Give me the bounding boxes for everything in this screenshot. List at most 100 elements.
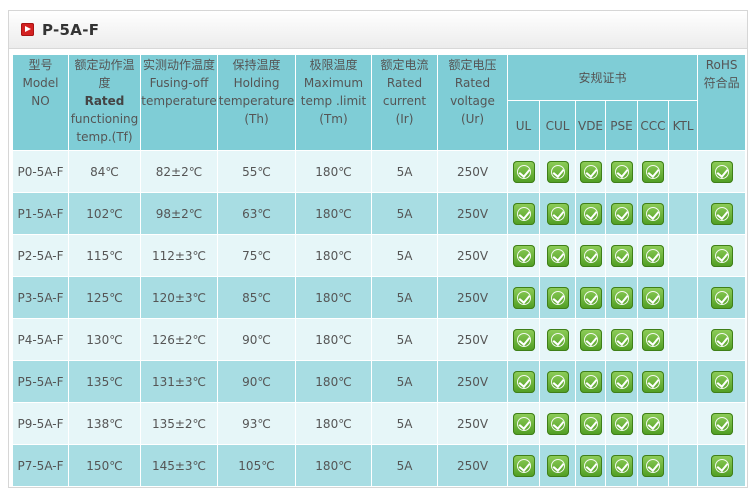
header-label: Rated: [454, 76, 491, 90]
cell-rated-temp: 84℃: [68, 150, 141, 193]
cell-rated-current: 5A: [371, 444, 438, 487]
certified-check-icon: [579, 160, 602, 183]
cell-cert-ktl: [667, 150, 699, 193]
table-row: P0-5A-F 84℃ 82±2℃ 55℃ 180℃ 5A 250V: [12, 150, 747, 193]
cell-rated-voltage: 250V: [437, 192, 508, 235]
cell-cert-vde: [575, 444, 606, 487]
certified-check-icon: [579, 202, 602, 225]
cell-cert-cul: [539, 318, 576, 361]
cell-fusing-temp: 145±3℃: [140, 444, 218, 487]
cell-rated-temp: 150℃: [68, 444, 141, 487]
header-label: temp .limit: [300, 94, 367, 108]
col-header-holding-temp: 保持温度 Holding temperature (Th): [217, 54, 296, 151]
cert-header-cul: CUL: [539, 100, 576, 151]
cell-cert-ktl: [667, 444, 699, 487]
certified-check-icon: [710, 412, 733, 435]
certified-check-icon: [546, 412, 569, 435]
cell-cert-vde: [575, 360, 606, 403]
cell-rated-temp: 130℃: [68, 318, 141, 361]
cell-cert-ccc: [637, 318, 669, 361]
cert-header-ul: UL: [507, 100, 540, 151]
certified-check-icon: [546, 454, 569, 477]
header-label: (Ur): [460, 112, 485, 126]
cell-rated-voltage: 250V: [437, 318, 508, 361]
header-label: RoHS: [705, 58, 738, 72]
cert-header-ccc: CCC: [637, 100, 669, 151]
cell-cert-ccc: [637, 276, 669, 319]
cell-rated-temp: 135℃: [68, 360, 141, 403]
cell-rated-temp: 102℃: [68, 192, 141, 235]
header-label: (Ir): [395, 112, 414, 126]
col-header-certifications: 安规证书: [506, 54, 699, 101]
cell-cert-ul: [507, 360, 540, 403]
cell-holding-temp: 90℃: [217, 360, 296, 403]
cell-rated-current: 5A: [371, 192, 438, 235]
cell-model: P3-5A-F: [12, 276, 69, 319]
header-label: 符合品: [703, 76, 740, 90]
cell-cert-pse: [605, 192, 638, 235]
cell-cert-cul: [539, 360, 576, 403]
header-label: temp.(Tf): [76, 130, 133, 144]
col-header-model: 型号 Model NO: [12, 54, 69, 151]
header-label: (Tm): [319, 112, 348, 126]
cell-rated-voltage: 250V: [437, 402, 508, 445]
cell-rated-current: 5A: [371, 402, 438, 445]
cell-max-temp: 180℃: [295, 276, 372, 319]
cert-header-vde: VDE: [575, 100, 606, 151]
header-label: current: [382, 94, 427, 108]
col-header-fusing-temp: 实测动作温度 Fusing-off temperature: [140, 54, 218, 151]
cell-cert-ul: [507, 276, 540, 319]
cert-header-ktl: KTL: [667, 100, 699, 151]
cell-cert-pse: [605, 360, 638, 403]
cell-cert-vde: [575, 276, 606, 319]
cell-cert-cul: [539, 402, 576, 445]
certified-check-icon: [710, 244, 733, 267]
cell-max-temp: 180℃: [295, 360, 372, 403]
cell-fusing-temp: 120±3℃: [140, 276, 218, 319]
cell-rated-current: 5A: [371, 360, 438, 403]
cell-rated-voltage: 250V: [437, 444, 508, 487]
header-label: temperature: [218, 94, 295, 108]
certified-check-icon: [512, 202, 535, 225]
cell-cert-ccc: [637, 360, 669, 403]
header-label: Rated: [386, 76, 423, 90]
cell-rated-temp: 125℃: [68, 276, 141, 319]
spec-table: 型号 Model NO 额定动作温 度 Rated functioning te…: [12, 54, 747, 487]
certified-check-icon: [546, 202, 569, 225]
cell-holding-temp: 93℃: [217, 402, 296, 445]
cell-rated-voltage: 250V: [437, 276, 508, 319]
certified-check-icon: [610, 370, 633, 393]
table-row: P5-5A-F 135℃ 131±3℃ 90℃ 180℃ 5A 250V: [12, 360, 747, 403]
cell-fusing-temp: 112±3℃: [140, 234, 218, 277]
certified-check-icon: [642, 328, 664, 351]
cell-fusing-temp: 126±2℃: [140, 318, 218, 361]
cell-fusing-temp: 98±2℃: [140, 192, 218, 235]
col-header-max-temp: 极限温度 Maximum temp .limit (Tm): [295, 54, 372, 151]
certified-check-icon: [642, 202, 664, 225]
cell-model: P1-5A-F: [12, 192, 69, 235]
table-row: P3-5A-F 125℃ 120±3℃ 85℃ 180℃ 5A 250V: [12, 276, 747, 319]
cell-cert-vde: [575, 192, 606, 235]
play-square-icon: [21, 23, 34, 36]
col-header-rohs: RoHS 符合品: [697, 54, 747, 151]
cell-model: P0-5A-F: [12, 150, 69, 193]
certified-check-icon: [579, 370, 602, 393]
cell-rohs: [697, 234, 747, 277]
cell-rated-current: 5A: [371, 150, 438, 193]
certified-check-icon: [642, 454, 664, 477]
header-label: Fusing-off: [149, 76, 209, 90]
cell-max-temp: 180℃: [295, 192, 372, 235]
cell-rated-voltage: 250V: [437, 234, 508, 277]
cell-model: P9-5A-F: [12, 402, 69, 445]
cell-cert-ul: [507, 192, 540, 235]
cell-cert-pse: [605, 444, 638, 487]
certified-check-icon: [710, 286, 733, 309]
cell-cert-vde: [575, 234, 606, 277]
cell-cert-ul: [507, 150, 540, 193]
cell-rated-current: 5A: [371, 318, 438, 361]
certified-check-icon: [546, 370, 569, 393]
cell-cert-ul: [507, 318, 540, 361]
header-label: 极限温度: [309, 58, 358, 72]
cell-fusing-temp: 131±3℃: [140, 360, 218, 403]
cell-cert-ktl: [667, 234, 699, 277]
